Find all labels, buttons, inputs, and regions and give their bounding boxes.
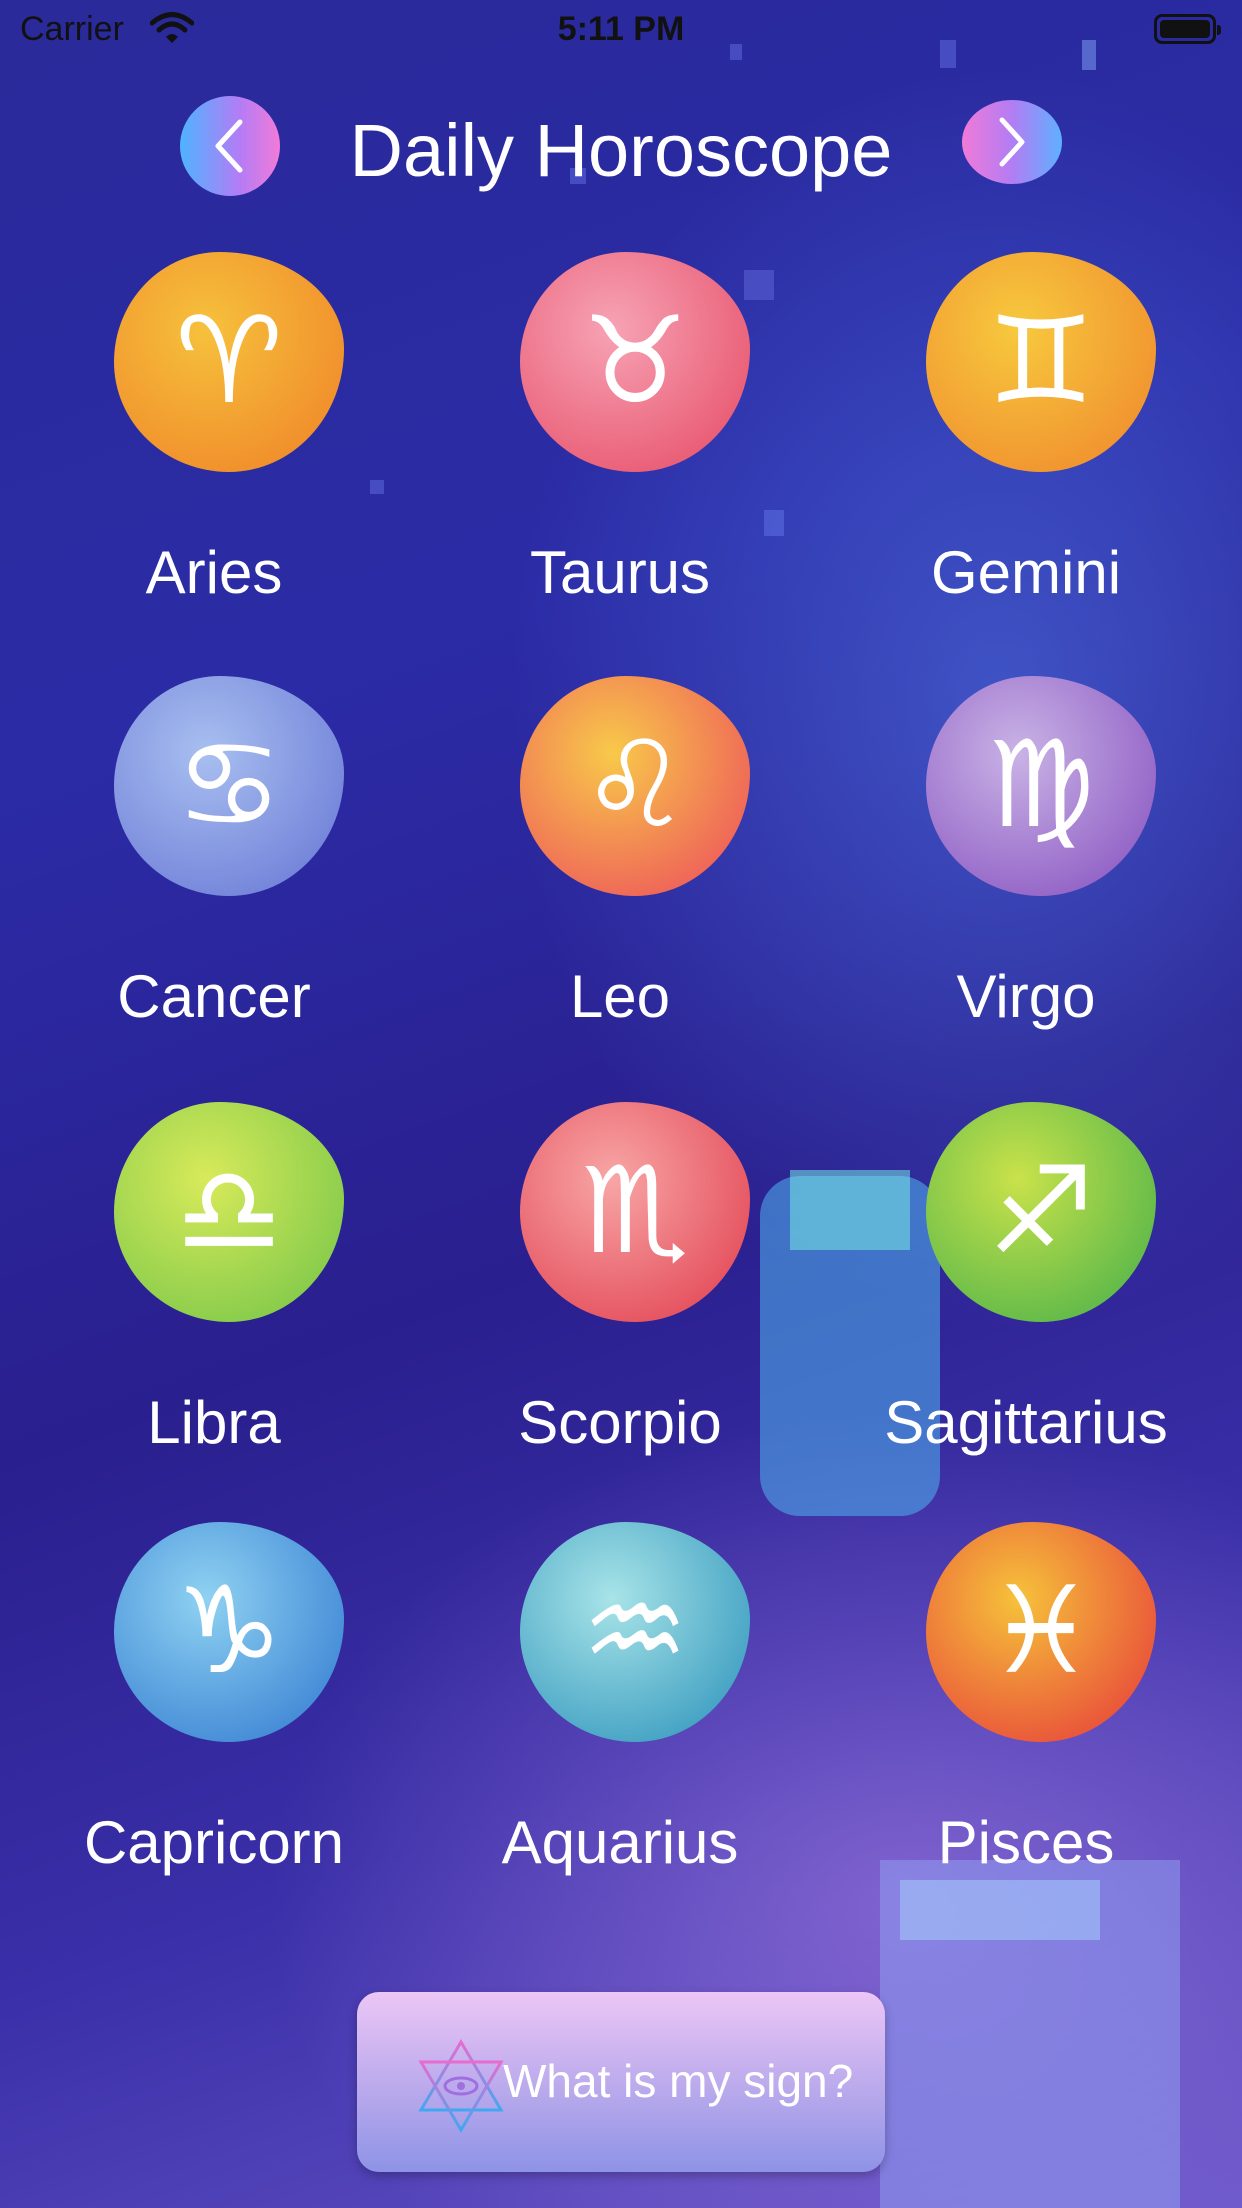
zodiac-name: Sagittarius xyxy=(884,1389,1168,1456)
capricorn-icon: ♑ xyxy=(114,1522,344,1742)
zodiac-glyph: ♑ xyxy=(175,1562,283,1701)
zodiac-card-scorpio[interactable]: ♏ Scorpio xyxy=(470,1102,770,1482)
zodiac-name: Libra xyxy=(147,1389,281,1456)
leo-icon: ♌ xyxy=(520,676,750,896)
zodiac-name: Aquarius xyxy=(501,1809,739,1876)
status-time: 5:11 PM xyxy=(557,10,685,48)
zodiac-card-taurus[interactable]: ♉ Taurus xyxy=(470,252,770,632)
zodiac-card-leo[interactable]: ♌ Leo xyxy=(470,676,770,1056)
zodiac-name: Aries xyxy=(145,539,283,606)
zodiac-glyph: ♋ xyxy=(175,716,283,855)
zodiac-card-capricorn[interactable]: ♑ Capricorn xyxy=(64,1522,364,1902)
zodiac-name: Pisces xyxy=(937,1809,1115,1876)
zodiac-name: Scorpio xyxy=(518,1389,722,1456)
zodiac-glyph: ♍ xyxy=(987,716,1095,855)
zodiac-name: Cancer xyxy=(117,963,311,1030)
pisces-icon: ♓ xyxy=(926,1522,1156,1742)
taurus-icon: ♉ xyxy=(520,252,750,472)
zodiac-card-virgo[interactable]: ♍ Virgo xyxy=(876,676,1176,1056)
zodiac-card-gemini[interactable]: ♊ Gemini xyxy=(876,252,1176,632)
zodiac-card-cancer[interactable]: ♋ Cancer xyxy=(64,676,364,1056)
zodiac-glyph: ♈ xyxy=(175,292,283,431)
what-is-my-sign-button[interactable]: What is my sign? xyxy=(357,1992,885,2172)
status-bar: Carrier 5:11 PM xyxy=(0,0,1242,62)
battery-icon xyxy=(1154,14,1221,44)
zodiac-name: Virgo xyxy=(956,963,1096,1030)
zodiac-name: Leo xyxy=(569,963,671,1030)
zodiac-glyph: ♊ xyxy=(987,292,1095,431)
zodiac-card-sagittarius[interactable]: ♐ Sagittarius xyxy=(876,1102,1176,1482)
next-button[interactable] xyxy=(962,100,1062,184)
zodiac-card-libra[interactable]: ♎ Libra xyxy=(64,1102,364,1482)
zodiac-glyph: ♏ xyxy=(581,1142,689,1281)
zodiac-glyph: ♒ xyxy=(581,1562,689,1701)
libra-icon: ♎ xyxy=(114,1102,344,1322)
aries-icon: ♈ xyxy=(114,252,344,472)
zodiac-glyph: ♐ xyxy=(987,1142,1095,1281)
star-of-david-eye-icon xyxy=(413,2038,509,2139)
zodiac-name: Gemini xyxy=(930,539,1122,606)
aquarius-icon: ♒ xyxy=(520,1522,750,1742)
cancer-icon: ♋ xyxy=(114,676,344,896)
zodiac-glyph: ♌ xyxy=(581,716,689,855)
what-is-my-sign-label: What is my sign? xyxy=(503,2055,854,2107)
gemini-icon: ♊ xyxy=(926,252,1156,472)
sagittarius-icon: ♐ xyxy=(926,1102,1156,1322)
zodiac-glyph: ♉ xyxy=(581,292,689,431)
zodiac-glyph: ♎ xyxy=(175,1142,283,1281)
chevron-right-icon xyxy=(999,117,1025,167)
zodiac-card-pisces[interactable]: ♓ Pisces xyxy=(876,1522,1176,1902)
zodiac-card-aries[interactable]: ♈ Aries xyxy=(64,252,364,632)
virgo-icon: ♍ xyxy=(926,676,1156,896)
zodiac-name: Capricorn xyxy=(83,1809,345,1876)
zodiac-glyph: ♓ xyxy=(987,1562,1095,1701)
scorpio-icon: ♏ xyxy=(520,1102,750,1322)
zodiac-name: Taurus xyxy=(529,539,711,606)
zodiac-card-aquarius[interactable]: ♒ Aquarius xyxy=(470,1522,770,1902)
